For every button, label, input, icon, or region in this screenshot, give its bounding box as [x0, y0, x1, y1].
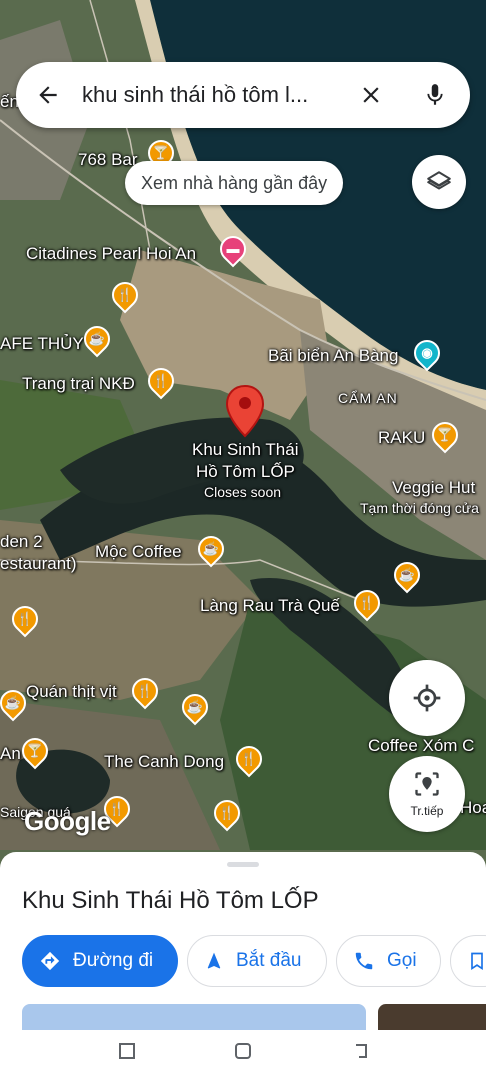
map-label-lang-rau[interactable]: Làng Rau Trà Quế: [200, 596, 340, 616]
back-arrow-icon[interactable]: [32, 79, 64, 111]
selected-place-name-line2[interactable]: Hồ Tôm LỐP: [196, 462, 295, 482]
map-label-citadines[interactable]: Citadines Pearl Hoi An: [26, 244, 196, 264]
selected-place-status: Closes soon: [204, 484, 282, 500]
directions-label: Đường đi: [73, 950, 154, 971]
selected-place-pin-icon[interactable]: [225, 384, 265, 438]
map-label-veggie-status: Tạm thời đóng cửa: [360, 500, 479, 516]
map-label-restaurant[interactable]: estaurant): [0, 554, 77, 574]
search-bar[interactable]: khu sinh thái hồ tôm l...: [16, 62, 470, 128]
home-icon[interactable]: [234, 1042, 252, 1065]
selected-place-name-line1[interactable]: Khu Sinh Thái: [192, 440, 298, 460]
system-navigation-bar: [0, 1030, 486, 1080]
navigation-next-icon: [415, 772, 439, 796]
place-title: Khu Sinh Thái Hồ Tôm LỐP: [22, 887, 319, 914]
map-label-768-bar[interactable]: 768 Bar: [78, 150, 138, 170]
map-label-quan-thit-vit[interactable]: Quán thịt vịt: [26, 682, 117, 702]
start-button[interactable]: Bắt đầu: [187, 935, 327, 987]
layers-button[interactable]: [412, 155, 466, 209]
map-label-trang-trai[interactable]: Trang trại NKĐ: [22, 374, 135, 394]
map-label-canh-dong[interactable]: The Canh Dong: [104, 752, 224, 772]
start-label: Bắt đầu: [236, 950, 302, 971]
call-button[interactable]: Gọi: [336, 935, 441, 987]
directions-icon: [39, 950, 61, 972]
google-logo: Google: [24, 806, 111, 836]
map-label-moc-coffee[interactable]: Mộc Coffee: [95, 542, 182, 562]
my-location-icon: [413, 684, 441, 712]
status-bar: [0, 16, 486, 46]
search-input[interactable]: khu sinh thái hồ tôm l...: [82, 82, 342, 108]
call-label: Gọi: [387, 950, 417, 971]
sheet-drag-handle[interactable]: [227, 862, 259, 867]
close-icon[interactable]: [355, 79, 387, 111]
map-label-den-2[interactable]: den 2: [0, 532, 43, 552]
map-label-raku[interactable]: RAKU: [378, 428, 425, 448]
my-location-button[interactable]: [389, 660, 465, 736]
save-button[interactable]: [450, 935, 486, 987]
map-label-bai-bien[interactable]: Bãi biển An Bàng: [268, 346, 398, 366]
bookmark-icon: [467, 950, 486, 972]
back-icon[interactable]: [352, 1042, 370, 1065]
mic-icon[interactable]: [419, 79, 451, 111]
map-label-cam-an: CẨM AN: [338, 390, 398, 406]
map-label-veggie-hut[interactable]: Veggie Hut: [392, 478, 475, 498]
next-button[interactable]: Tr.tiếp: [389, 756, 465, 832]
directions-button[interactable]: Đường đi: [22, 935, 178, 987]
recent-apps-icon[interactable]: [118, 1042, 136, 1065]
map-label-coffee-xom[interactable]: Coffee Xóm C: [368, 736, 474, 756]
phone-icon: [353, 950, 375, 972]
next-button-label: Tr.tiếp: [410, 804, 444, 818]
map-label-an[interactable]: An: [0, 744, 21, 764]
navigation-icon: [204, 951, 224, 971]
nearby-restaurants-chip[interactable]: Xem nhà hàng gần đây: [125, 161, 344, 205]
map-label-cafe-thuy[interactable]: AFE THỦY: [0, 334, 84, 354]
layers-icon: [427, 171, 451, 190]
